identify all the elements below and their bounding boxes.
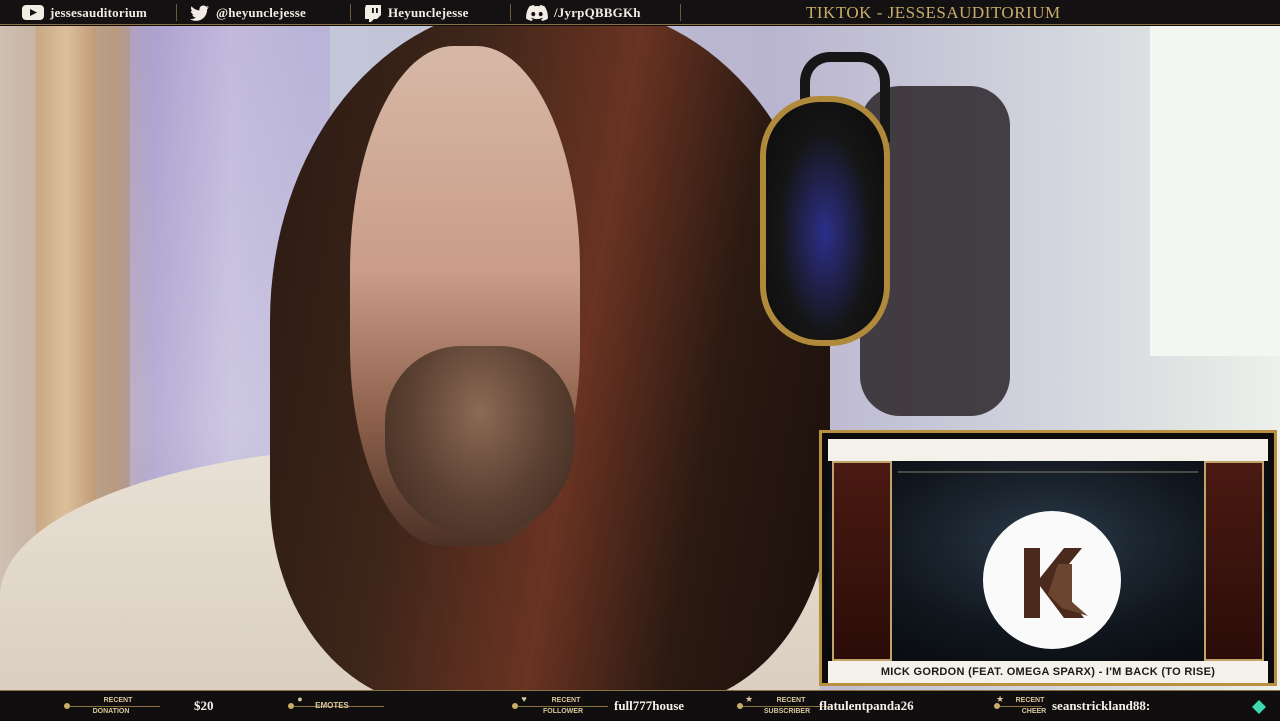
social-youtube[interactable]: jessesauditorium — [22, 0, 147, 25]
social-discord[interactable]: /JyrpQBBGKh — [526, 0, 641, 25]
tiktok-label[interactable]: TIKTOK - JESSESAUDITORIUM — [806, 0, 1061, 25]
discord-handle: /JyrpQBBGKh — [554, 4, 641, 20]
discord-icon — [526, 4, 548, 21]
heart-icon: ♥ — [521, 694, 527, 704]
stat-label-top: RECENT — [1015, 697, 1045, 704]
stat-value: full777house — [614, 698, 685, 713]
player-top-bar — [828, 439, 1268, 461]
social-twitter[interactable]: @heyunclejesse — [190, 0, 306, 25]
star-icon: ★ — [995, 693, 1005, 704]
trophy-icon: ★ — [744, 693, 754, 704]
twitch-handle: Heyunclejesse — [388, 4, 469, 20]
money-bag-icon: ● — [297, 694, 303, 704]
youtube-handle: jessesauditorium — [50, 4, 148, 20]
headphones — [760, 96, 890, 346]
stat-label-top: RECENT — [551, 697, 581, 704]
k-logo-icon — [983, 511, 1121, 649]
twitter-handle: @heyunclejesse — [216, 4, 306, 20]
stat-label-bottom: DONATION — [92, 708, 130, 715]
stat-label-top: RECENT — [776, 697, 806, 704]
stat-recent-follower: ♥ RECENT FOLLOWER full777house — [508, 691, 728, 721]
media-player[interactable]: MICK GORDON (FEAT. OMEGA SPARX) - I'M BA… — [819, 430, 1277, 686]
gem-icon — [1252, 700, 1266, 719]
stat-label-top: RECENT — [103, 697, 133, 704]
stat-recent-cheer: ★ RECENT CHEER seanstrickland88: — [990, 691, 1280, 721]
social-twitch[interactable]: Heyunclejesse — [364, 0, 469, 25]
stat-value: $20 — [194, 698, 214, 713]
social-bar: jessesauditorium @heyunclejesse Heyuncle… — [0, 0, 1280, 25]
stat-label-bottom: EMOTES — [315, 701, 349, 710]
track-caption: MICK GORDON (FEAT. OMEGA SPARX) - I'M BA… — [828, 661, 1268, 683]
divider — [680, 4, 681, 21]
stat-value: seanstrickland88: — [1052, 698, 1151, 713]
twitter-icon — [190, 5, 210, 21]
stat-label-bottom: FOLLOWER — [542, 708, 584, 715]
divider — [176, 4, 177, 21]
divider — [510, 4, 511, 21]
divider — [350, 4, 351, 21]
beard — [385, 346, 575, 536]
stat-label-bottom: SUBSCRIBER — [763, 708, 811, 715]
stats-bar: RECENT DONATION $20 ● EMOTES ♥ RECENT FO… — [0, 690, 1280, 720]
stat-value: flatulentpanda26 — [819, 698, 914, 713]
stage-pillar-right — [1204, 461, 1264, 661]
stat-emotes: ● EMOTES — [284, 691, 484, 721]
stat-recent-donation: RECENT DONATION $20 — [60, 691, 260, 721]
stat-recent-subscriber: ★ RECENT SUBSCRIBER flatulentpanda26 — [733, 691, 983, 721]
youtube-icon — [22, 5, 44, 20]
music-video[interactable] — [828, 461, 1268, 661]
twitch-icon — [364, 4, 382, 22]
stat-label-bottom: CHEER — [1021, 708, 1047, 715]
stage-pillar-left — [832, 461, 892, 661]
bright-window — [1150, 26, 1280, 356]
